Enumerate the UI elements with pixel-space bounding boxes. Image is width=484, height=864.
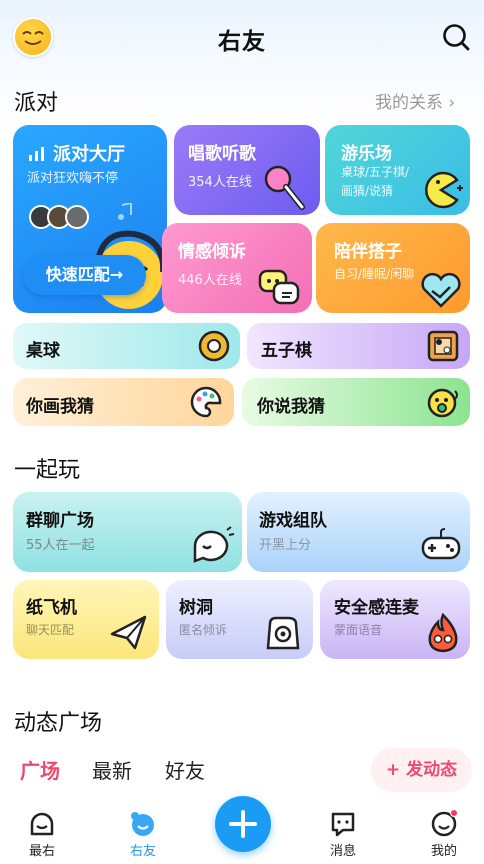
group-chat-subtitle: 55人在一起 <box>26 538 95 553</box>
nav-label-zuiyou: 最右 <box>28 844 55 859</box>
sing-title: 唱歌听歌 <box>188 144 256 164</box>
say-guess-card[interactable]: 你说我猜 <box>242 378 470 426</box>
emotion-card[interactable]: 情感倾诉 446人在线 <box>162 223 312 313</box>
group-chat-card[interactable]: 群聊广场 55人在一起 <box>13 492 242 572</box>
tab-latest[interactable]: 最新 <box>92 755 132 784</box>
emotion-subtitle: 446人在线 <box>178 273 242 288</box>
billiard-ball-icon <box>198 330 230 362</box>
post-button-label: 发动态 <box>406 760 458 780</box>
nav-label-youyou: 右友 <box>129 844 156 859</box>
page-title: 右友 <box>218 29 266 55</box>
safe-mic-subtitle: 蒙面语音 <box>334 623 383 637</box>
tree-hole-icon <box>266 616 300 650</box>
sing-subtitle: 354人在线 <box>188 175 252 190</box>
microphone-icon <box>264 165 305 210</box>
buddy-card[interactable]: 陪伴搭子 自习/睡眠/闲聊 <box>316 223 470 313</box>
game-team-subtitle: 开黑上分 <box>259 538 312 553</box>
message-icon <box>331 812 355 837</box>
handshake-heart-icon <box>421 272 461 308</box>
my-relations-label: 我的关系 <box>375 93 443 113</box>
paper-plane-subtitle: 聊天匹配 <box>26 623 75 637</box>
paper-plane-card[interactable]: 纸飞机 聊天匹配 <box>13 580 159 659</box>
party-hall-title: 派对大厅 <box>53 144 125 165</box>
palette-icon <box>190 386 222 418</box>
draw-guess-title: 你画我猜 <box>26 397 94 417</box>
paper-plane-icon <box>110 615 147 650</box>
plus-icon: + <box>385 760 407 780</box>
say-guess-title: 你说我猜 <box>257 397 325 417</box>
party-hall-subtitle: 派对狂欢嗨不停 <box>27 171 119 186</box>
pacman-icon <box>425 171 463 209</box>
quick-match-button[interactable]: 快速匹配→ <box>23 255 146 295</box>
chevron-right-icon: › <box>448 93 456 113</box>
nav-item-youyou[interactable]: 右友 <box>113 810 173 859</box>
playground-title: 游乐场 <box>341 144 392 164</box>
nav-label-messages: 消息 <box>329 844 356 859</box>
plus-icon <box>229 810 257 838</box>
tree-hole-subtitle: 匿名倾诉 <box>179 623 228 637</box>
emotion-title: 情感倾诉 <box>178 242 246 262</box>
nav-item-messages[interactable]: 消息 <box>313 810 373 859</box>
tab-square[interactable]: 广场 <box>20 755 60 784</box>
nav-item-zuiyou[interactable]: 最右 <box>12 810 72 859</box>
playground-subtitle: 桌球/五子棋/画猜/说猜 <box>341 165 410 198</box>
talking-face-icon <box>427 388 458 418</box>
draw-guess-card[interactable]: 你画我猜 <box>13 378 234 426</box>
gomoku-title: 五子棋 <box>261 341 312 361</box>
post-button[interactable]: + 发动态 <box>371 748 472 792</box>
chat-bubbles-icon <box>258 269 300 305</box>
game-team-title: 游戏组队 <box>259 511 327 531</box>
music-note-icon <box>118 203 132 220</box>
playground-card[interactable]: 游乐场 桌球/五子棋/画猜/说猜 <box>325 125 470 215</box>
buddy-title: 陪伴搭子 <box>334 242 402 262</box>
my-relations-link[interactable]: 我的关系 › <box>375 88 455 113</box>
tab-friends[interactable]: 好友 <box>165 755 205 784</box>
chat-face-icon <box>193 526 235 563</box>
buddy-subtitle: 自习/睡眠/闲聊 <box>334 267 415 281</box>
ghost-face-icon <box>30 812 54 836</box>
tree-hole-card[interactable]: 树洞 匿名倾诉 <box>166 580 313 659</box>
sound-bars-icon <box>29 147 44 161</box>
chessboard-icon <box>427 330 459 362</box>
create-button[interactable] <box>215 796 271 852</box>
sing-card[interactable]: 唱歌听歌 354人在线 <box>174 125 320 215</box>
gomoku-card[interactable]: 五子棋 <box>247 323 470 369</box>
nav-item-mine[interactable]: 我的 <box>414 810 474 859</box>
notification-dot <box>450 809 458 817</box>
billiards-title: 桌球 <box>26 341 60 361</box>
group-chat-title: 群聊广场 <box>26 511 94 531</box>
gamepad-icon <box>421 528 461 560</box>
game-team-card[interactable]: 游戏组队 开黑上分 <box>247 492 470 572</box>
header: 右友 <box>0 0 484 76</box>
section-title-party: 派对 <box>14 91 59 116</box>
nav-label-mine: 我的 <box>430 844 457 859</box>
section-title-together: 一起玩 <box>14 458 81 483</box>
search-icon[interactable] <box>441 22 471 52</box>
billiards-card[interactable]: 桌球 <box>13 323 240 369</box>
paper-plane-title: 纸飞机 <box>26 598 77 618</box>
safe-mic-card[interactable]: 安全感连麦 蒙面语音 <box>320 580 470 659</box>
tree-hole-title: 树洞 <box>179 598 213 618</box>
section-title-feed: 动态广场 <box>14 711 103 736</box>
safe-mic-title: 安全感连麦 <box>334 598 419 618</box>
chat-bubble-face-icon <box>131 812 154 836</box>
fire-mask-icon <box>428 612 458 653</box>
